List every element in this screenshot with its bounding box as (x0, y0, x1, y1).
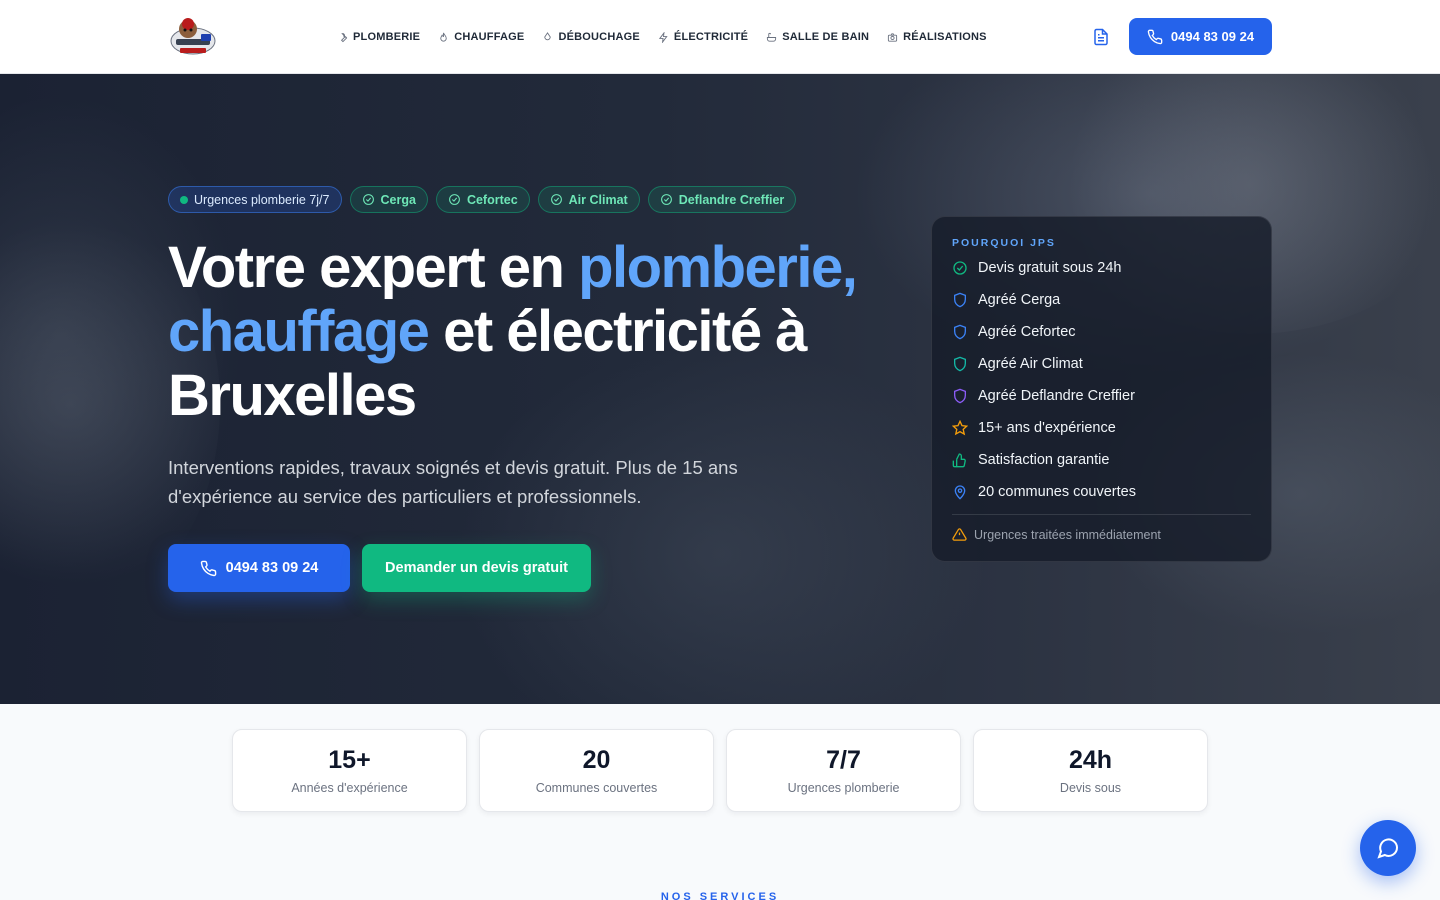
check-circle-icon (953, 261, 967, 275)
stat-card: 15+ Années d'expérience (232, 729, 467, 812)
shield-icon (954, 356, 966, 372)
hero-title-accent: plomberie, (578, 235, 858, 300)
tag-deflandre-creffier: Deflandre Creffier (647, 186, 797, 213)
thumbs-up-icon (952, 453, 966, 468)
hero-tags: Urgences plomberie 7j/7 Cerga Cefortec A… (168, 186, 797, 213)
why-item-label: 20 communes couvertes (978, 484, 1136, 500)
hero-call-button[interactable]: 0494 83 09 24 (168, 544, 350, 592)
shield-icon (954, 292, 966, 308)
chat-bubble-icon (1377, 838, 1399, 859)
star-icon (952, 420, 968, 436)
document-icon (1094, 28, 1108, 46)
stats-row: 15+ Années d'expérience 20 Communes couv… (232, 729, 1208, 812)
hero-subtitle: Interventions rapides, travaux soignés e… (168, 457, 738, 507)
hero-title-accent: chauffage (168, 299, 430, 364)
map-pin-icon (954, 485, 966, 500)
status-dot (180, 195, 188, 204)
why-item: 15+ ans d'expérience (952, 412, 1251, 444)
nav-item-realisations[interactable]: RÉALISATIONS (887, 31, 986, 43)
jps-logo[interactable] (168, 12, 218, 62)
services-section-label: NOS SERVICES (660, 891, 780, 900)
nav-item-plomberie[interactable]: PLOMBERIE (337, 31, 420, 43)
why-item-label: Satisfaction garantie (978, 452, 1110, 468)
why-item-label: Agréé Deflandre Creffier (978, 388, 1135, 404)
stat-value: 7/7 (826, 746, 861, 774)
tag-label: Air Climat (568, 192, 628, 207)
why-item: Agréé Air Climat (952, 348, 1251, 380)
tag-label: Cefortec (466, 192, 518, 207)
quote-document-button[interactable] (1090, 26, 1112, 48)
tag-air-climat: Air Climat (537, 186, 640, 213)
nav-label: ÉLECTRICITÉ (673, 31, 749, 43)
why-item-label: Agréé Air Climat (978, 356, 1083, 372)
nav-label: SALLE DE BAIN (782, 31, 870, 43)
nav-label: CHAUFFAGE (454, 31, 525, 43)
why-item: Devis gratuit sous 24h (952, 252, 1251, 284)
site-header: PLOMBERIE CHAUFFAGE DÉBOUCHAGE ÉLECTRICI… (0, 0, 1440, 74)
stat-value: 20 (582, 746, 611, 774)
stat-card: 24h Devis sous (973, 729, 1208, 812)
why-item-label: Agréé Cerga (978, 292, 1061, 308)
hero-quote-label: Demander un devis gratuit (385, 560, 568, 576)
check-circle-icon (550, 194, 562, 205)
bolt-icon (658, 31, 668, 43)
phone-icon (1147, 29, 1163, 44)
stat-label: Communes couvertes (535, 781, 658, 795)
header-phone-number: 0494 83 09 24 (1170, 29, 1255, 44)
why-item-label: Devis gratuit sous 24h (978, 260, 1122, 276)
hero-call-label: 0494 83 09 24 (225, 560, 319, 576)
urgency-note-text: Urgences traitées immédiatement (974, 527, 1161, 542)
why-item: Agréé Cerga (952, 284, 1251, 316)
hero-title: Votre expert en plomberie, chauffage et é… (168, 236, 888, 428)
stat-label: Urgences plomberie (787, 781, 900, 795)
camera-icon (888, 32, 898, 42)
shield-icon (954, 388, 966, 404)
why-item: Satisfaction garantie (952, 444, 1251, 476)
tag-cerga: Cerga (349, 186, 428, 213)
header-phone-button[interactable]: 0494 83 09 24 (1129, 18, 1272, 55)
why-item-label: 15+ ans d'expérience (978, 420, 1116, 436)
tag-cefortec: Cefortec (435, 186, 530, 213)
urgency-note: Urgences traitées immédiatement (952, 527, 1251, 542)
why-item: 20 communes couvertes (952, 476, 1251, 508)
droplet-icon (544, 31, 552, 40)
stat-value: 15+ (328, 746, 371, 774)
phone-icon (200, 560, 216, 576)
wrench-icon (340, 32, 348, 42)
stat-card: 20 Communes couvertes (479, 729, 714, 812)
nav-label: RÉALISATIONS (903, 31, 987, 43)
why-item: Agréé Cefortec (952, 316, 1251, 348)
why-item-label: Agréé Cefortec (978, 324, 1076, 340)
divider (952, 514, 1251, 515)
nav-item-chauffage[interactable]: CHAUFFAGE (438, 31, 524, 43)
main-nav: PLOMBERIE CHAUFFAGE DÉBOUCHAGE ÉLECTRICI… (337, 0, 987, 74)
why-list: Devis gratuit sous 24h Agréé Cerga Agréé… (952, 252, 1251, 508)
stat-value: 24h (1068, 746, 1113, 774)
nav-label: DÉBOUCHAGE (558, 31, 640, 43)
stat-label: Devis sous (1059, 781, 1122, 795)
tag-label: Cerga (380, 192, 416, 207)
shield-icon (954, 324, 966, 340)
tag-label: Urgences plomberie 7j/7 (194, 192, 330, 207)
chat-button[interactable] (1360, 820, 1416, 876)
why-jps-card: POURQUOI JPS Devis gratuit sous 24h Agré… (931, 216, 1272, 562)
stat-label: Années d'expérience (291, 781, 408, 795)
nav-label: PLOMBERIE (353, 31, 421, 43)
bath-icon (767, 32, 777, 42)
check-circle-icon (660, 194, 672, 205)
hero-quote-button[interactable]: Demander un devis gratuit (362, 544, 591, 592)
why-card-title: POURQUOI JPS (952, 237, 1056, 249)
check-circle-icon (362, 194, 374, 205)
stat-card: 7/7 Urgences plomberie (726, 729, 961, 812)
warning-icon (952, 528, 967, 541)
nav-item-electricite[interactable]: ÉLECTRICITÉ (658, 31, 748, 43)
why-item: Agréé Deflandre Creffier (952, 380, 1251, 412)
nav-item-debouchage[interactable]: DÉBOUCHAGE (542, 31, 640, 43)
tag-label: Deflandre Creffier (678, 192, 785, 207)
nav-item-salle-de-bain[interactable]: SALLE DE BAIN (766, 31, 869, 43)
hero-title-part: Votre expert en (168, 235, 579, 300)
flame-icon (440, 32, 447, 42)
check-circle-icon (449, 194, 460, 205)
tag-urgences: Urgences plomberie 7j/7 (168, 186, 342, 213)
